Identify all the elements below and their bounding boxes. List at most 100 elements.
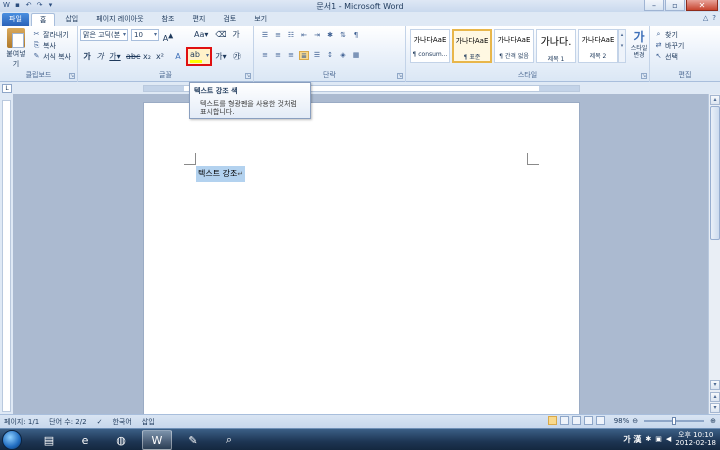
select-button[interactable]: ↖ 선택 (654, 51, 684, 62)
tab-review[interactable]: 검토 (215, 13, 244, 26)
next-page-button[interactable]: ▾ (710, 403, 720, 413)
web-layout-view-button[interactable] (571, 416, 581, 425)
show-marks-icon[interactable]: ¶ (351, 31, 361, 40)
distributed-icon[interactable]: ☰ (312, 51, 322, 60)
paste-button[interactable]: 붙여넣기 (4, 28, 28, 69)
tab-insert[interactable]: 삽입 (57, 13, 86, 26)
style-card[interactable]: 가나다AaE ¶ 간격 없음 (494, 29, 534, 63)
volume-icon[interactable]: ◀ (666, 435, 671, 443)
italic-button[interactable]: 가 (95, 51, 105, 63)
bluetooth-icon[interactable]: ✱ (645, 435, 651, 443)
draft-view-button[interactable] (595, 416, 605, 425)
language[interactable]: 한국어 (112, 417, 131, 427)
document-page[interactable]: 텍스트 강조↵ (143, 102, 580, 414)
copy-button[interactable]: ⎘ 복사 (32, 40, 71, 51)
minimize-button[interactable]: – (644, 0, 664, 11)
explorer-icon[interactable]: ▤ (34, 430, 64, 450)
tab-references[interactable]: 참조 (154, 13, 183, 26)
selected-text[interactable]: 텍스트 강조↵ (196, 166, 245, 182)
clipboard-dialog-launcher[interactable]: ↘ (69, 73, 75, 79)
page-count[interactable]: 페이지: 1/1 (4, 417, 39, 427)
borders-icon[interactable]: ▦ (351, 51, 361, 60)
multilevel-list-icon[interactable]: ☷ (286, 31, 296, 40)
tab-home[interactable]: 홈 (30, 13, 56, 26)
full-screen-view-button[interactable] (559, 416, 569, 425)
tab-file[interactable]: 파일 (2, 13, 29, 26)
text-effects-button[interactable]: A (172, 51, 184, 63)
help-icon[interactable]: ? (712, 14, 716, 22)
format-painter-button[interactable]: ✎ 서식 복사 (32, 51, 71, 62)
zoom-out-icon[interactable]: ⊖ (632, 417, 638, 425)
print-layout-view-button[interactable] (547, 416, 557, 425)
align-left-icon[interactable]: ≡ (260, 51, 270, 60)
zoom-slider-thumb[interactable] (672, 416, 677, 425)
find-button[interactable]: ⌕ 찾기 (654, 29, 684, 40)
increase-indent-icon[interactable]: ⇥ (312, 31, 322, 40)
style-card[interactable]: 가나다. 제목 1 (536, 29, 576, 63)
firefox-icon[interactable]: ◍ (106, 430, 136, 450)
text-highlight-color-button[interactable]: ab ▾ (186, 47, 212, 66)
outline-view-button[interactable] (583, 416, 593, 425)
superscript-button[interactable]: x² (155, 51, 165, 63)
sort-icon[interactable]: ⇅ (338, 31, 348, 40)
start-button[interactable] (2, 430, 22, 450)
zoom-slider[interactable] (644, 416, 705, 425)
justify-icon[interactable]: ≣ (299, 51, 309, 60)
clock[interactable]: 오후 10:10 2012-02-18 (675, 431, 716, 447)
cut-button[interactable]: ✂ 잘라내기 (32, 29, 71, 40)
search-app-icon[interactable]: ⌕ (214, 430, 244, 450)
style-card[interactable]: 가나다AaE ¶ consum... (410, 29, 450, 63)
tab-mailings[interactable]: 편지 (184, 13, 213, 26)
replace-button[interactable]: ⇄ 바꾸기 (654, 40, 685, 51)
font-dialog-launcher[interactable]: ↘ (245, 73, 251, 79)
network-icon[interactable]: ▣ (655, 435, 662, 443)
align-right-icon[interactable]: ≡ (286, 51, 296, 60)
style-gallery-scroll[interactable]: ▴ ▾ (618, 29, 626, 63)
tab-view[interactable]: 보기 (246, 13, 275, 26)
styles-dialog-launcher[interactable]: ↘ (641, 73, 647, 79)
shading-icon[interactable]: ◈ (338, 51, 348, 60)
word-count[interactable]: 단어 수: 2/2 (49, 417, 86, 427)
vertical-scrollbar[interactable]: ▴ ▾ ▴ ▾ (708, 94, 720, 414)
document-area[interactable]: 텍스트 강조↵ (13, 94, 708, 414)
maximize-button[interactable]: ▫ (665, 0, 685, 11)
previous-page-button[interactable]: ▴ (710, 392, 720, 402)
phonetic-guide-button[interactable]: 가 (230, 29, 242, 41)
proofing-icon[interactable]: ✓ (97, 418, 103, 426)
tab-page-layout[interactable]: 페이지 레이아웃 (88, 13, 151, 26)
paragraph-dialog-launcher[interactable]: ↘ (397, 73, 403, 79)
font-case-button[interactable]: Aa▾ (194, 29, 208, 41)
line-spacing-icon[interactable]: ↕ (325, 51, 335, 60)
zoom-level[interactable]: 98% (614, 417, 630, 425)
font-color-button[interactable]: 가▾ (214, 51, 228, 63)
insert-mode[interactable]: 삽입 (142, 417, 155, 427)
asian-layout-icon[interactable]: ✱ (325, 31, 335, 40)
font-name-select[interactable]: 맑은 고딕(본 ▾ (80, 29, 128, 41)
font-size-select[interactable]: 10 ▾ (131, 29, 159, 41)
change-styles-button[interactable]: 가 스타일 변경 (628, 28, 650, 59)
decrease-indent-icon[interactable]: ⇤ (299, 31, 309, 40)
strikethrough-button[interactable]: abc (126, 51, 140, 63)
subscript-button[interactable]: x₂ (142, 51, 152, 63)
underline-button[interactable]: 가▾ (108, 51, 122, 63)
enclose-character-button[interactable]: ㉮ (232, 51, 242, 63)
ime-indicator[interactable]: 가 漢 (623, 434, 641, 445)
bullets-icon[interactable]: ☰ (260, 31, 270, 40)
scroll-thumb[interactable] (710, 106, 720, 240)
style-card-selected[interactable]: 가나다AaE ¶ 표준 (452, 29, 492, 63)
minimize-ribbon-icon[interactable]: △ (703, 14, 708, 22)
align-center-icon[interactable]: ≡ (273, 51, 283, 60)
close-button[interactable]: ✕ (686, 0, 718, 11)
numbering-icon[interactable]: ≡ (273, 31, 283, 40)
clear-formatting-button[interactable]: ⌫ (215, 29, 227, 41)
grow-font-button[interactable]: A▲ (162, 29, 174, 43)
scroll-up-button[interactable]: ▴ (710, 95, 720, 105)
scroll-down-button[interactable]: ▾ (710, 380, 720, 390)
bold-button[interactable]: 가 (82, 51, 92, 63)
internet-explorer-icon[interactable]: e (70, 430, 100, 450)
zoom-in-icon[interactable]: ⊕ (710, 417, 716, 425)
word-taskbar-icon[interactable]: W (142, 430, 172, 450)
tab-selector[interactable]: L (2, 84, 12, 93)
paint-icon[interactable]: ✎ (178, 430, 208, 450)
vertical-ruler[interactable] (2, 100, 11, 412)
